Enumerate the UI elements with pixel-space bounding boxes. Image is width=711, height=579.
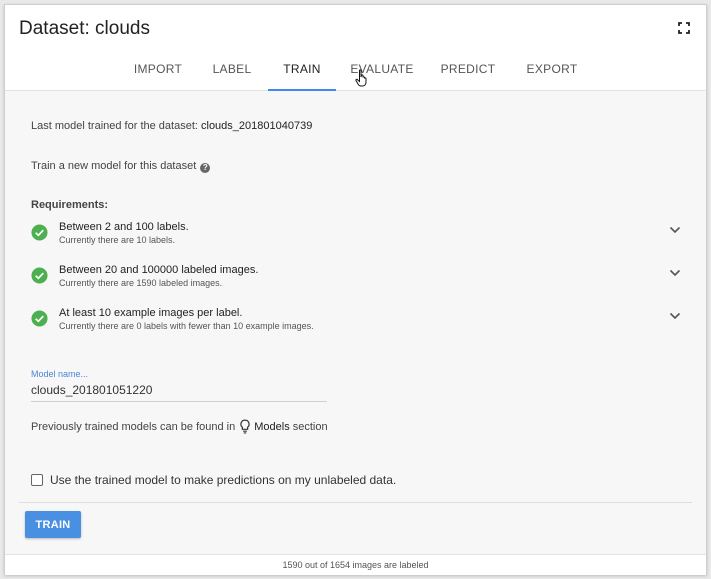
hand-cursor-icon	[355, 69, 367, 87]
train-button[interactable]: TRAIN	[25, 511, 81, 538]
tab-predict[interactable]: PREDICT	[437, 51, 499, 91]
lightbulb-icon	[240, 419, 250, 434]
last-model-line: Last model trained for the dataset: clou…	[31, 120, 312, 132]
help-icon[interactable]: ?	[200, 163, 211, 173]
tab-train[interactable]: TRAIN	[268, 51, 336, 91]
last-model-name: clouds_201801040739	[201, 120, 313, 132]
tab-import[interactable]: IMPORT	[129, 51, 187, 91]
models-link[interactable]: Models	[254, 421, 289, 433]
requirement-labels[interactable]: Between 2 and 100 labels. Currently ther…	[31, 220, 681, 250]
requirement-sub: Currently there are 0 labels with fewer …	[59, 321, 314, 331]
train-new-line: Train a new model for this dataset?	[31, 160, 211, 173]
tab-export[interactable]: EXPORT	[523, 51, 581, 91]
title-bar: Dataset: clouds	[5, 5, 706, 51]
train-panel: Last model trained for the dataset: clou…	[5, 91, 706, 554]
previous-prefix: Previously trained models can be found i…	[31, 421, 236, 433]
model-name-input[interactable]	[31, 379, 327, 402]
chevron-down-icon[interactable]	[669, 269, 681, 277]
check-circle-icon	[31, 224, 48, 241]
requirement-examples[interactable]: At least 10 example images per label. Cu…	[31, 306, 681, 336]
chevron-down-icon[interactable]	[669, 312, 681, 320]
model-name-label: Model name...	[31, 369, 89, 379]
dataset-window: Dataset: clouds IMPORT LABEL TRAIN EVALU…	[4, 4, 707, 575]
requirement-main: At least 10 example images per label.	[59, 307, 243, 319]
check-circle-icon	[31, 267, 48, 284]
predict-unlabeled-checkbox[interactable]	[31, 474, 43, 486]
requirement-main: Between 20 and 100000 labeled images.	[59, 264, 259, 276]
status-footer: 1590 out of 1654 images are labeled	[5, 554, 706, 575]
tab-label[interactable]: LABEL	[207, 51, 257, 91]
requirement-sub: Currently there are 10 labels.	[59, 235, 176, 245]
requirement-main: Between 2 and 100 labels.	[59, 221, 189, 233]
check-circle-icon	[31, 310, 48, 327]
predict-unlabeled-label[interactable]: Use the trained model to make prediction…	[50, 473, 396, 487]
requirement-images[interactable]: Between 20 and 100000 labeled images. Cu…	[31, 263, 681, 293]
previous-suffix: section	[289, 421, 328, 433]
divider	[19, 502, 692, 503]
page-title: Dataset: clouds	[19, 18, 150, 39]
requirements-title: Requirements:	[31, 199, 109, 211]
requirement-sub: Currently there are 1590 labeled images.	[59, 278, 223, 288]
chevron-down-icon[interactable]	[669, 226, 681, 234]
train-new-text: Train a new model for this dataset	[31, 160, 197, 172]
previous-models-line: Previously trained models can be found i…	[31, 419, 328, 434]
last-model-prefix: Last model trained for the dataset:	[31, 120, 201, 132]
fullscreen-icon[interactable]	[678, 22, 690, 34]
